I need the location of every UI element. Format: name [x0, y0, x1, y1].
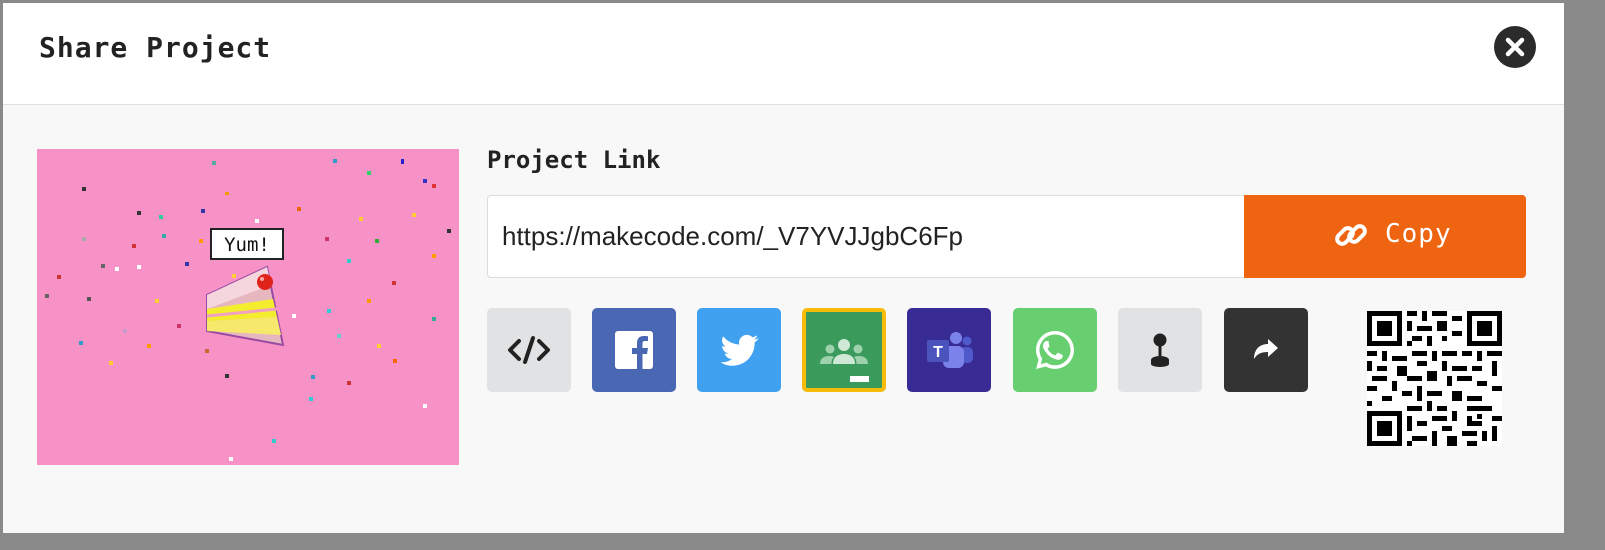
twitter-icon [720, 334, 759, 366]
copy-button-label: Copy [1385, 219, 1452, 249]
arcade-button[interactable] [1118, 308, 1202, 392]
dialog-title: Share Project [39, 31, 272, 64]
link-icon [1335, 224, 1367, 246]
whatsapp-button[interactable] [1013, 308, 1097, 392]
google-classroom-button[interactable] [802, 308, 886, 392]
code-icon [508, 336, 550, 364]
embed-button[interactable] [487, 308, 571, 392]
facebook-button[interactable] [592, 308, 676, 392]
project-link-label: Project Link [487, 146, 661, 174]
qr-code-icon [1367, 311, 1502, 446]
joystick-icon [1151, 333, 1169, 367]
facebook-icon [615, 331, 653, 369]
copy-button[interactable]: Copy [1244, 195, 1526, 278]
project-link-field[interactable] [487, 195, 1244, 278]
twitter-button[interactable] [697, 308, 781, 392]
close-button[interactable] [1494, 26, 1536, 68]
microsoft-teams-icon: T [927, 332, 973, 368]
speech-bubble: Yum! [210, 228, 284, 260]
microsoft-teams-button[interactable]: T [907, 308, 991, 392]
share-dialog: Share Project Yum! Project Link https://… [3, 3, 1564, 533]
whatsapp-icon [1036, 331, 1074, 369]
speech-text: Yum! [224, 234, 270, 256]
close-icon [1505, 37, 1525, 57]
google-classroom-icon [820, 339, 869, 382]
share-more-button[interactable] [1224, 308, 1308, 392]
svg-text:T: T [933, 344, 943, 361]
dialog-header: Share Project [3, 3, 1564, 105]
share-arrow-icon [1254, 339, 1278, 359]
project-thumbnail: Yum! [37, 149, 459, 465]
